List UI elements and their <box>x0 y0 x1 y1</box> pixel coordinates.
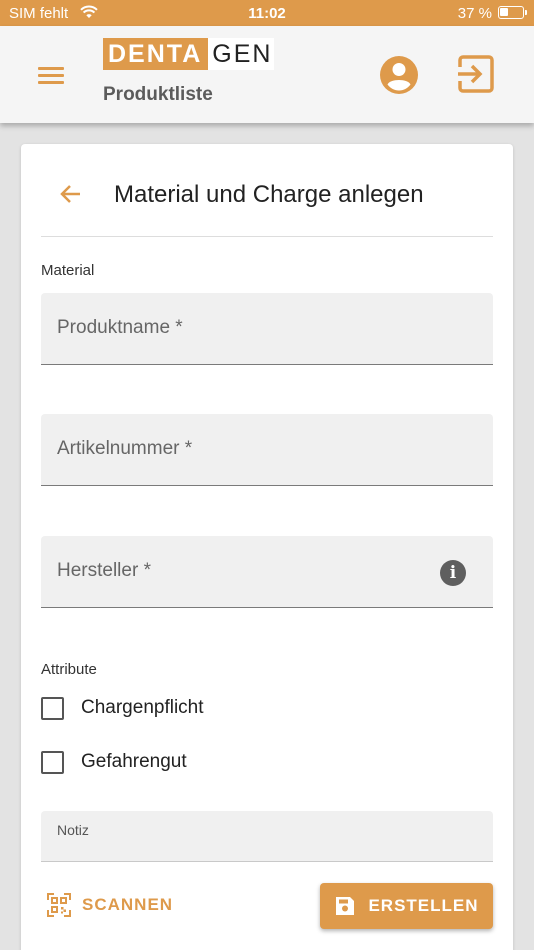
section-label-material: Material <box>41 262 95 279</box>
info-icon[interactable]: i <box>440 560 466 586</box>
status-bar: SIM fehlt 11:02 37 % <box>0 0 534 26</box>
battery-icon <box>498 6 527 19</box>
checkbox-row-hazardous[interactable]: Gefahrengut <box>41 747 187 777</box>
divider <box>41 236 493 237</box>
logo-right: GEN <box>208 38 275 70</box>
save-icon <box>336 897 355 915</box>
hazardous-checkbox[interactable] <box>41 750 64 774</box>
create-button-label: ERSTELLEN <box>368 896 479 915</box>
menu-icon[interactable] <box>38 64 64 86</box>
checkbox-row-batch-required[interactable]: Chargenpflicht <box>41 693 204 723</box>
product-name-field[interactable]: Produktname * <box>41 293 493 365</box>
qr-scan-icon <box>47 893 71 917</box>
create-button[interactable]: ERSTELLEN <box>320 883 493 929</box>
account-circle-icon[interactable] <box>379 55 419 95</box>
clock: 11:02 <box>248 5 286 22</box>
battery-percentage: 37 % <box>457 5 492 22</box>
batch-required-label: Chargenpflicht <box>81 697 204 718</box>
back-arrow-icon[interactable] <box>59 182 83 206</box>
logo-left: DENTA <box>103 38 209 70</box>
note-label: Notiz <box>57 822 89 838</box>
scan-button-label: SCANNEN <box>82 895 174 914</box>
article-number-placeholder: Artikelnummer * <box>57 438 193 459</box>
scan-button[interactable]: SCANNEN <box>47 888 173 922</box>
form-card: Material und Charge anlegen Material Pro… <box>21 144 513 950</box>
manufacturer-placeholder: Hersteller * <box>57 560 151 581</box>
manufacturer-field[interactable]: Hersteller * i <box>41 536 493 608</box>
note-field[interactable]: Notiz <box>41 811 493 862</box>
page-subtitle: Produktliste <box>103 84 213 105</box>
logout-icon[interactable] <box>457 55 495 93</box>
form-title: Material und Charge anlegen <box>114 181 424 208</box>
product-name-placeholder: Produktname * <box>57 317 183 338</box>
batch-required-checkbox[interactable] <box>41 696 64 720</box>
logo: DENTA GEN <box>103 38 275 70</box>
hazardous-label: Gefahrengut <box>81 751 187 772</box>
app-bar: DENTA GEN Produktliste <box>0 26 534 123</box>
section-label-attributes: Attribute <box>41 661 97 678</box>
article-number-field[interactable]: Artikelnummer * <box>41 414 493 486</box>
